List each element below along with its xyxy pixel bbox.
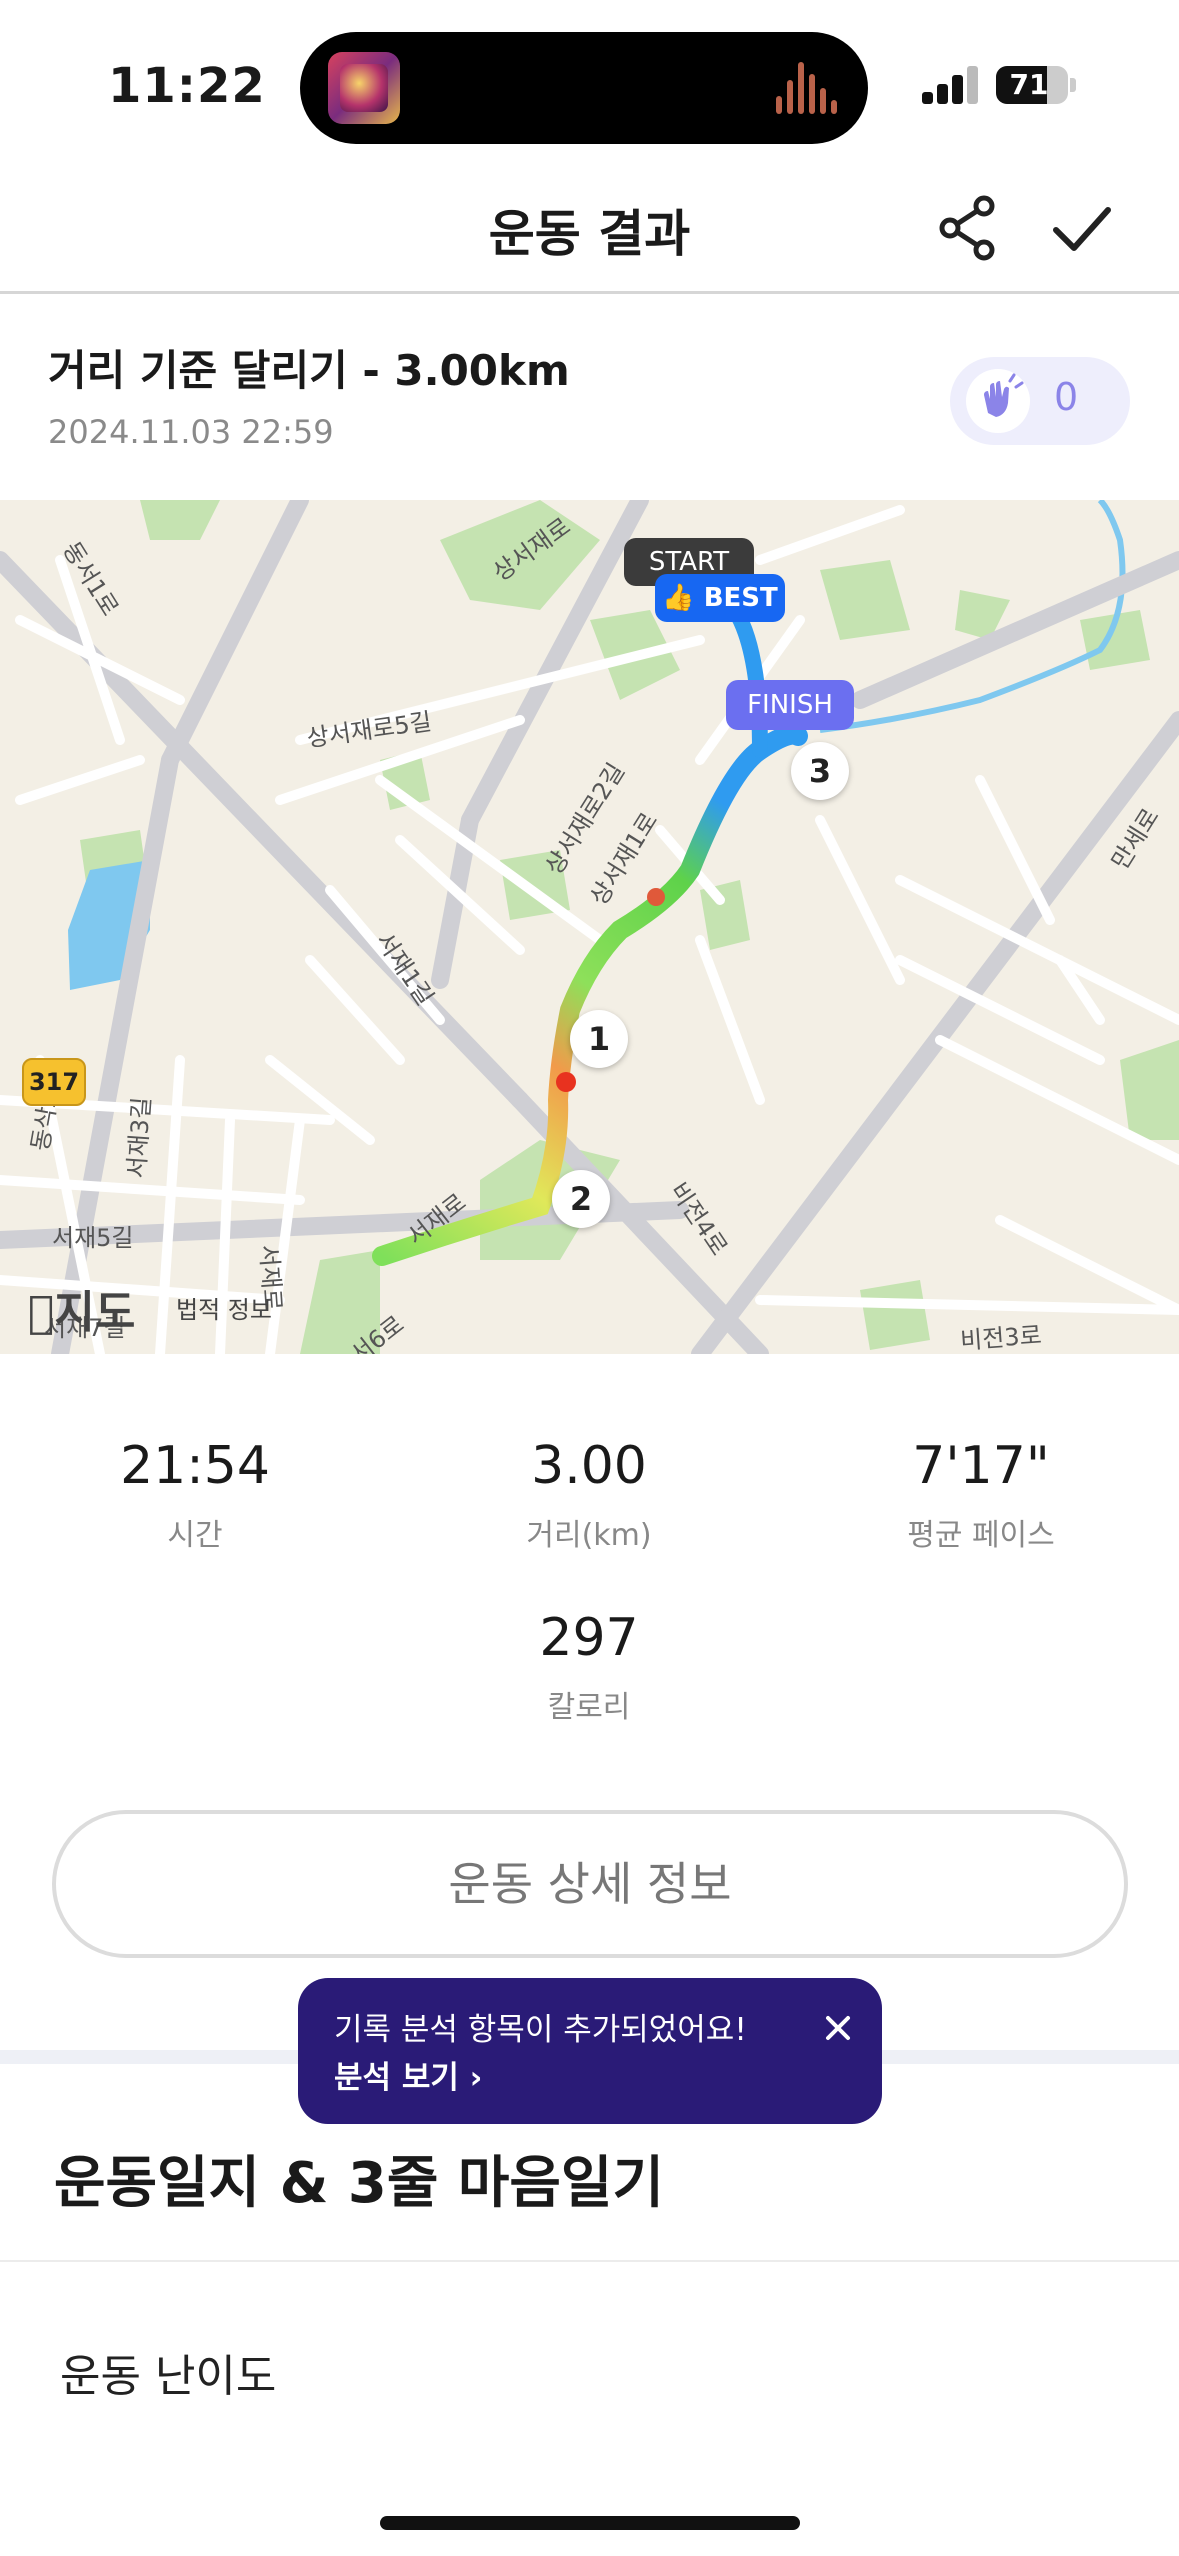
view-analysis-link[interactable]: 분석 보기 ›	[334, 2052, 482, 2097]
share-icon	[939, 195, 995, 261]
dynamic-island[interactable]	[300, 32, 868, 144]
battery-percent: 71	[1009, 68, 1049, 101]
difficulty-label[interactable]: 운동 난이도	[60, 2340, 276, 2404]
thumbs-up-icon: 👍	[662, 583, 695, 613]
clap-icon	[984, 373, 1024, 417]
checkmark-icon	[1053, 207, 1111, 251]
stat-distance-value: 3.00	[531, 1436, 647, 1496]
run-date: 2024.11.03 22:59	[48, 413, 334, 451]
status-bar: 11:22 71	[0, 0, 1179, 170]
stat-distance: 3.00 거리(km)	[454, 1436, 724, 1554]
tooltip-close-button[interactable]	[818, 2008, 858, 2048]
km-marker-2: 2	[552, 1170, 610, 1228]
stat-calories-label: 칼로리	[547, 1690, 631, 1725]
row-divider	[0, 2260, 1179, 2262]
stat-time-value: 21:54	[120, 1436, 270, 1496]
stat-calories: 297 칼로리	[454, 1608, 724, 1726]
app-header: 운동 결과	[0, 170, 1179, 294]
finish-pin: FINISH	[726, 680, 854, 730]
run-summary-header: 거리 기준 달리기 - 3.00km 2024.11.03 22:59 0	[0, 297, 1179, 499]
apple-icon: 	[28, 1287, 54, 1338]
stat-time-label: 시간	[167, 1518, 223, 1553]
km-marker-1: 1	[570, 1010, 628, 1068]
stat-distance-label: 거리(km)	[526, 1518, 652, 1553]
view-analysis-label: 분석 보기	[334, 2060, 459, 2096]
workout-detail-button[interactable]: 운동 상세 정보	[52, 1810, 1128, 1958]
best-label: BEST	[703, 583, 778, 613]
now-playing-artwork	[328, 52, 400, 124]
road-label: 서재3길	[122, 1096, 157, 1180]
battery-cap	[1070, 78, 1076, 92]
route-hotspot	[647, 888, 665, 906]
cellular-signal-icon	[922, 64, 980, 104]
tooltip-message: 기록 분석 항목이 추가되었어요!	[334, 2012, 747, 2048]
chevron-right-icon: ›	[469, 2060, 483, 2096]
road-label: 서재5길	[52, 1224, 134, 1252]
home-indicator[interactable]	[380, 2516, 800, 2530]
share-button[interactable]	[932, 192, 1004, 264]
highway-badge: 317	[22, 1058, 86, 1106]
stat-calories-value: 297	[539, 1608, 639, 1668]
confirm-button[interactable]	[1046, 192, 1118, 264]
km-marker-3: 3	[791, 742, 849, 800]
analysis-tooltip[interactable]: 기록 분석 항목이 추가되었어요! 분석 보기 ›	[298, 1978, 882, 2124]
diary-section-title: 운동일지 & 3줄 마음일기	[54, 2151, 664, 2216]
close-icon	[826, 2016, 850, 2040]
run-title: 거리 기준 달리기 - 3.00km	[48, 346, 570, 395]
clap-icon-wrap	[966, 369, 1030, 433]
road-label: 비전3로	[959, 1321, 1043, 1354]
stat-pace: 7'17" 평균 페이스	[846, 1436, 1116, 1554]
best-pin[interactable]: 👍 BEST	[655, 574, 785, 622]
audio-waveform-icon	[776, 62, 840, 114]
clap-button[interactable]: 0	[950, 357, 1130, 445]
stat-time: 21:54 시간	[60, 1436, 330, 1554]
apple-maps-logo: 지도	[28, 1276, 135, 1340]
clap-count: 0	[1054, 375, 1079, 419]
maps-logo-text: 지도	[28, 1287, 135, 1338]
status-time: 11:22	[108, 58, 266, 114]
stat-pace-value: 7'17"	[912, 1436, 1050, 1496]
map-legal-link[interactable]: 법적 정보	[176, 1290, 272, 1325]
route-map[interactable]: 동서1로 상서재로 상서재로5길 상서재로2길 상서재1로 서재1길 서재로 비…	[0, 500, 1179, 1354]
stat-pace-label: 평균 페이스	[907, 1518, 1055, 1553]
route-hotspot	[556, 1072, 576, 1092]
battery-icon: 71	[996, 66, 1068, 104]
